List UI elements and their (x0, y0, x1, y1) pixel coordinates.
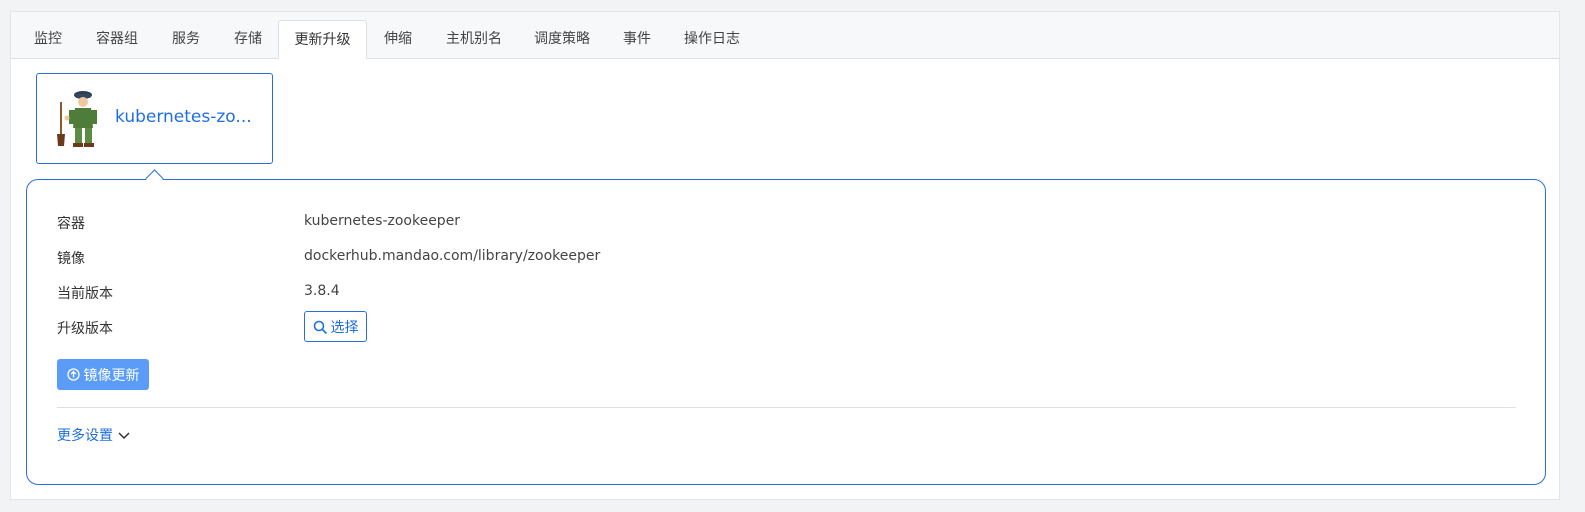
update-image-button[interactable]: 镜像更新 (57, 359, 149, 390)
select-label: 选择 (330, 319, 359, 336)
container-value: kubernetes-zookeeper (304, 213, 461, 229)
container-detail-panel: 容器 kubernetes-zookeeper 镜像 dockerhub.man… (26, 179, 1546, 485)
zookeeper-avatar-icon (57, 91, 97, 147)
image-value: dockerhub.mandao.com/library/zookeeper (304, 248, 601, 264)
container-card[interactable]: kubernetes-zo... (36, 73, 273, 164)
tab-operation-log[interactable]: 操作日志 (676, 20, 748, 58)
chevron-down-icon (118, 432, 130, 440)
tab-bar: 监控 容器组 服务 存储 更新升级 伸缩 主机别名 调度策略 事件 操作日志 (11, 12, 1559, 59)
tab-events[interactable]: 事件 (612, 20, 662, 58)
tab-storage[interactable]: 存储 (223, 20, 273, 58)
more-settings-toggle[interactable]: 更多设置 (57, 425, 131, 445)
container-name: kubernetes-zo... (115, 107, 252, 127)
image-label: 镜像 (57, 251, 85, 267)
divider (57, 407, 1516, 408)
upload-circle-icon (66, 368, 80, 381)
current-version-value: 3.8.4 (304, 283, 340, 299)
search-icon (313, 320, 327, 334)
update-image-label: 镜像更新 (83, 367, 140, 384)
select-version-button[interactable]: 选择 (304, 311, 367, 342)
more-settings-label: 更多设置 (57, 428, 113, 444)
tab-host-alias[interactable]: 主机别名 (438, 20, 510, 58)
workload-detail-container: 监控 容器组 服务 存储 更新升级 伸缩 主机别名 调度策略 事件 操作日志 k… (10, 11, 1560, 500)
upgrade-version-label: 升级版本 (57, 321, 113, 337)
tab-pods[interactable]: 容器组 (89, 20, 145, 58)
tab-monitor[interactable]: 监控 (23, 20, 73, 58)
container-label: 容器 (57, 216, 85, 232)
tab-services[interactable]: 服务 (161, 20, 211, 58)
current-version-label: 当前版本 (57, 286, 113, 302)
tab-scaling[interactable]: 伸缩 (373, 20, 423, 58)
tab-scheduling[interactable]: 调度策略 (526, 20, 598, 58)
tab-update-upgrade[interactable]: 更新升级 (278, 20, 367, 59)
